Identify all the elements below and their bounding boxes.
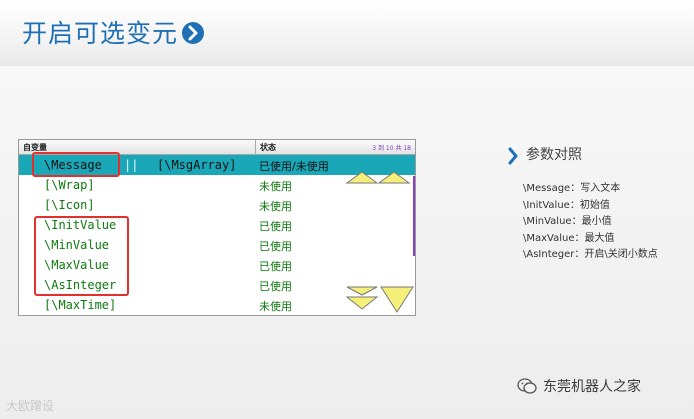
arg-separator: || bbox=[124, 158, 139, 172]
arg-status: 未使用 bbox=[259, 200, 292, 213]
watermark-text: 大欧蹭设 bbox=[6, 399, 55, 413]
slide-title: 开启可选变元 bbox=[22, 14, 205, 50]
arg-status: 已使用 bbox=[259, 280, 292, 293]
arg-alternative: [\MsgArray] bbox=[157, 158, 237, 172]
arg-name: [\MaxTime] bbox=[44, 298, 117, 312]
reference-item: \MinValue：最小值 bbox=[523, 216, 612, 228]
arg-name: [\Wrap] bbox=[44, 178, 95, 192]
arg-status: 已使用 bbox=[259, 240, 292, 253]
reference-title: 参数对照 bbox=[526, 147, 582, 163]
column-header-status: 状态 bbox=[260, 143, 276, 152]
arg-name: [\Icon] bbox=[44, 198, 95, 212]
arg-status: 已使用 bbox=[259, 260, 292, 273]
scroll-down-icon[interactable] bbox=[345, 285, 415, 315]
watermark-right: 东莞机器人之家 bbox=[517, 376, 641, 396]
reference-item: \Message：写入文本 bbox=[523, 183, 621, 194]
scroll-up-icon[interactable] bbox=[345, 171, 411, 185]
arg-row-icon[interactable]: [\Icon] 未使用 bbox=[19, 195, 415, 215]
account-name: 东莞机器人之家 bbox=[543, 379, 641, 395]
slide-title-text: 开启可选变元 bbox=[22, 19, 179, 48]
highlight-box-values bbox=[34, 216, 129, 296]
pager-indicator: 3 到 10 共 18 bbox=[372, 145, 411, 152]
arg-status: 已使用/未使用 bbox=[259, 160, 329, 173]
header-divider bbox=[255, 140, 256, 155]
arg-status: 已使用 bbox=[259, 220, 292, 233]
wechat-icon bbox=[517, 378, 537, 394]
reference-list: \Message：写入文本 \InitValue：初始值 \MinValue：最… bbox=[523, 181, 658, 264]
arg-status: 未使用 bbox=[259, 180, 292, 193]
chevron-right-icon bbox=[182, 22, 205, 44]
chevron-right-icon bbox=[508, 147, 518, 165]
reference-item: \InitValue：初始值 bbox=[523, 199, 610, 211]
scrollbar[interactable] bbox=[413, 176, 415, 256]
highlight-box-message bbox=[32, 152, 120, 177]
arg-status: 未使用 bbox=[259, 300, 292, 313]
watermark-left: 大欧蹭设 bbox=[6, 397, 54, 414]
reference-item: \MaxValue：最大值 bbox=[523, 232, 615, 244]
reference-item: \AsInteger：开启\关闭小数点 bbox=[523, 249, 658, 261]
